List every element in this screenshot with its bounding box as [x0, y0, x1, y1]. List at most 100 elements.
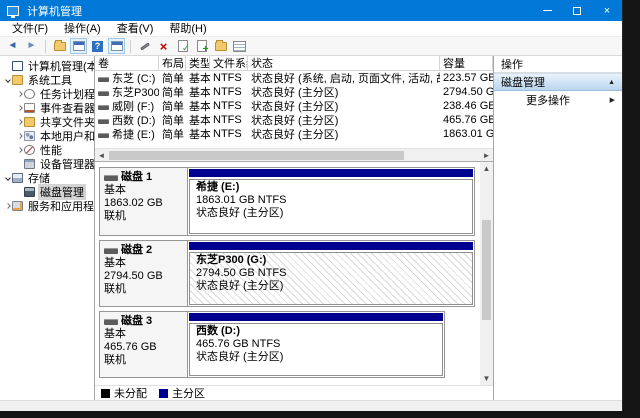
- chevron-down-icon[interactable]: [3, 78, 12, 82]
- disk-name-text: 磁盘 2: [121, 244, 152, 257]
- plus-glyph: +: [203, 44, 209, 55]
- volume-row[interactable]: 东芝P300 (G:)简单基本NTFS状态良好 (主分区)2794.50 GB: [95, 85, 493, 99]
- disk-size: 2794.50 GB: [104, 270, 183, 283]
- forward-icon[interactable]: ►: [23, 38, 40, 54]
- volume-list: 卷布局类型文件系统状态容量东芝 (C:)简单基本NTFS状态良好 (系统, 启动…: [95, 56, 493, 148]
- disk-row[interactable]: 磁盘 2基本2794.50 GB联机东芝P300 (G:)2794.50 GB …: [99, 240, 475, 307]
- chevron-right-icon[interactable]: [3, 204, 12, 208]
- disk-row[interactable]: 磁盘 3基本465.76 GB联机西数 (D:)465.76 GB NTFS状态…: [99, 311, 445, 378]
- partition-region[interactable]: 希捷 (E:)1863.01 GB NTFS状态良好 (主分区): [188, 168, 474, 235]
- volume-row[interactable]: 威刚 (F:)简单基本NTFS状态良好 (主分区)238.46 GB: [95, 99, 493, 113]
- sidebar-item-event-viewer[interactable]: 事件查看器: [0, 101, 94, 115]
- horizontal-scrollbar-thumb[interactable]: [109, 151, 404, 160]
- collapse-icon[interactable]: ▲: [608, 79, 615, 86]
- chevron-right-icon[interactable]: [15, 106, 24, 110]
- volume-row[interactable]: 希捷 (E:)简单基本NTFS状态良好 (主分区)1863.01 GB: [95, 127, 493, 141]
- back-icon[interactable]: ◄: [4, 38, 21, 54]
- partition-region[interactable]: 东芝P300 (G:)2794.50 GB NTFS状态良好 (主分区): [188, 241, 474, 306]
- details-view-icon[interactable]: [231, 38, 248, 54]
- close-button[interactable]: ×: [592, 0, 622, 21]
- scroll-right-icon[interactable]: ►: [480, 149, 493, 162]
- sidebar-item-storage[interactable]: 存储: [0, 171, 94, 185]
- sidebar-item-local-users-groups[interactable]: 本地用户和组: [0, 129, 94, 143]
- maximize-button[interactable]: [562, 0, 592, 21]
- actions-pane: 操作 磁盘管理 ▲ 更多操作 ▶: [494, 56, 622, 400]
- volume-fs-cell: NTFS: [210, 72, 248, 84]
- computer-management-window: 计算机管理 × 文件(F)操作(A)查看(V)帮助(H) ◄►?×✓+ 计算机管…: [0, 0, 623, 411]
- disk-type: 基本: [104, 184, 183, 197]
- help-icon-glyph: ?: [92, 41, 103, 52]
- disk-label: 磁盘 2基本2794.50 GB联机: [100, 241, 188, 306]
- column-header[interactable]: 布局: [159, 56, 186, 70]
- chevron-right-icon[interactable]: [15, 92, 24, 96]
- add-volume-icon[interactable]: +: [193, 38, 210, 54]
- volume-capacity-cell: 223.57 GB: [440, 72, 493, 84]
- menu-item-view[interactable]: 查看(V): [109, 21, 162, 37]
- column-header[interactable]: 容量: [440, 56, 493, 70]
- delete-volume-icon[interactable]: ×: [155, 38, 172, 54]
- console-window-icon[interactable]: [108, 38, 125, 54]
- sidebar-item-computer-management[interactable]: 计算机管理(本地): [0, 59, 94, 73]
- chevron-down-icon[interactable]: [3, 176, 12, 180]
- column-header[interactable]: 文件系统: [210, 56, 248, 70]
- details-view-icon-glyph: [233, 41, 246, 52]
- partition-region[interactable]: 西数 (D:)465.76 GB NTFS状态良好 (主分区): [188, 312, 444, 377]
- partition-color-bar: [189, 313, 443, 321]
- disk-type: 基本: [104, 257, 183, 270]
- volume-icon: [98, 91, 109, 96]
- volume-row[interactable]: 西数 (D:)简单基本NTFS状态良好 (主分区)465.76 GB: [95, 113, 493, 127]
- vertical-scrollbar[interactable]: ▲ ▼: [480, 162, 493, 385]
- sidebar-item-task-scheduler[interactable]: 任务计划程序: [0, 87, 94, 101]
- menu-item-file[interactable]: 文件(F): [4, 21, 56, 37]
- sidebar-item-disk-management[interactable]: 磁盘管理: [0, 185, 94, 199]
- more-actions-item[interactable]: 更多操作 ▶: [494, 91, 622, 109]
- volume-icon: [98, 105, 109, 110]
- sidebar-item-services-apps[interactable]: 服务和应用程序: [0, 199, 94, 213]
- properties-check-icon[interactable]: ✓: [174, 38, 191, 54]
- volume-icon: [98, 77, 109, 82]
- chevron-right-icon[interactable]: [15, 134, 24, 138]
- disk-row[interactable]: 磁盘 1基本1863.02 GB联机希捷 (E:)1863.01 GB NTFS…: [99, 167, 475, 236]
- volume-icon: [98, 133, 109, 138]
- chevron-right-icon[interactable]: [15, 120, 24, 124]
- column-header[interactable]: 状态: [248, 56, 440, 70]
- scroll-up-icon[interactable]: ▲: [480, 162, 493, 175]
- disk-drive-icon: [104, 319, 118, 325]
- partition-legend: 未分配主分区: [95, 385, 493, 400]
- forward-icon-glyph: ►: [27, 41, 37, 51]
- menu-item-action[interactable]: 操作(A): [56, 21, 109, 37]
- partition-body[interactable]: 东芝P300 (G:)2794.50 GB NTFS状态良好 (主分区): [189, 252, 473, 305]
- sidebar-item-device-manager[interactable]: 设备管理器: [0, 157, 94, 171]
- partition-body[interactable]: 西数 (D:)465.76 GB NTFS状态良好 (主分区): [189, 323, 443, 376]
- menu-item-help[interactable]: 帮助(H): [161, 21, 214, 37]
- export-folder-icon[interactable]: [51, 38, 68, 54]
- scroll-left-icon[interactable]: ◄: [95, 149, 108, 162]
- partition-body[interactable]: 希捷 (E:)1863.01 GB NTFS状态良好 (主分区): [189, 179, 473, 234]
- sidebar-item-system-tools[interactable]: 系统工具: [0, 73, 94, 87]
- column-header[interactable]: 卷: [95, 56, 159, 70]
- partition-health: 状态良好 (主分区): [196, 207, 466, 220]
- volume-fs-cell: NTFS: [210, 114, 248, 126]
- services-icon: [12, 201, 23, 211]
- console-tree-icon[interactable]: [70, 38, 87, 54]
- disk-label: 磁盘 3基本465.76 GB联机: [100, 312, 188, 377]
- minimize-button[interactable]: [532, 0, 562, 21]
- volume-list-header: 卷布局类型文件系统状态容量: [95, 56, 493, 71]
- toolbar-separator: [45, 40, 46, 53]
- folder-icon[interactable]: [212, 38, 229, 54]
- vertical-scrollbar-thumb[interactable]: [482, 220, 491, 320]
- actions-group-disk-management[interactable]: 磁盘管理 ▲: [494, 73, 622, 91]
- legend-swatch-primary-partition: [159, 389, 168, 398]
- export-folder-icon-glyph: [54, 42, 66, 51]
- volume-row[interactable]: 东芝 (C:)简单基本NTFS状态良好 (系统, 启动, 页面文件, 活动, 故…: [95, 71, 493, 85]
- help-icon[interactable]: ?: [89, 38, 106, 54]
- sidebar-item-performance[interactable]: 性能: [0, 143, 94, 157]
- tool-icon[interactable]: [136, 38, 153, 54]
- scroll-down-icon[interactable]: ▼: [480, 372, 493, 385]
- chevron-right-icon[interactable]: [15, 148, 24, 152]
- horizontal-scrollbar[interactable]: ◄ ►: [95, 148, 493, 161]
- devices-icon: [24, 159, 35, 169]
- partition-size-fs: 465.76 GB NTFS: [196, 338, 436, 351]
- column-header[interactable]: 类型: [186, 56, 210, 70]
- sidebar-item-shared-folders[interactable]: 共享文件夹: [0, 115, 94, 129]
